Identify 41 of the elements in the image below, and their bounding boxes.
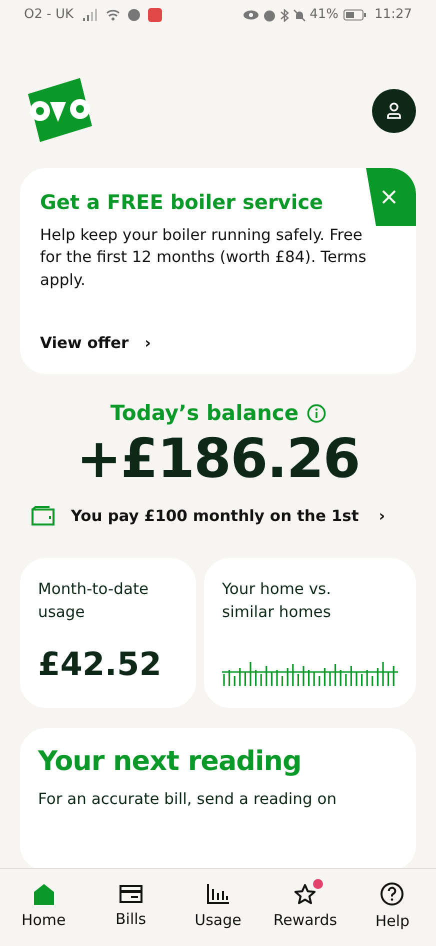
bar-chart-icon bbox=[206, 883, 230, 906]
nav-tab[interactable]: Rewards bbox=[262, 869, 349, 946]
close-icon bbox=[381, 189, 397, 205]
muted-bell-icon bbox=[292, 8, 306, 22]
promo-title: Get a FREE boiler service bbox=[40, 190, 324, 214]
bluetooth-icon bbox=[280, 8, 289, 22]
chat-icon bbox=[128, 9, 140, 21]
balance-amount: +£186.26 bbox=[75, 429, 361, 489]
balance-label: Today’s balance bbox=[110, 400, 299, 427]
reading-title: Your next reading bbox=[38, 746, 302, 778]
help-icon bbox=[380, 882, 404, 906]
view-offer-link[interactable]: View offer › bbox=[40, 332, 152, 356]
tile-title: Your home vs. similar homes bbox=[222, 578, 332, 624]
star-icon bbox=[293, 883, 318, 906]
reading-text: For an accurate bill, send a reading on bbox=[38, 789, 338, 810]
promo-text: Help keep your boiler running safely. Free for the first 12 months (worth £84). Terms apply. bbox=[40, 225, 368, 291]
usage-tile[interactable]: Your home vs. similar homes bbox=[204, 558, 416, 708]
alarm-icon bbox=[262, 8, 276, 22]
battery-percent: 41% bbox=[310, 6, 339, 24]
info-icon[interactable] bbox=[306, 404, 326, 423]
payment-link[interactable]: You pay £100 monthly on the 1st › bbox=[0, 504, 416, 528]
nav-tab[interactable]: Help bbox=[348, 869, 436, 946]
clock-time: 11:27 bbox=[374, 6, 412, 24]
card-icon bbox=[118, 884, 143, 904]
nav-tab[interactable]: Home bbox=[0, 869, 88, 946]
usage-tile[interactable]: Month-to-date usage £42.52 bbox=[20, 558, 196, 708]
wallet-icon bbox=[30, 506, 55, 526]
home-icon bbox=[32, 883, 56, 906]
tile-title: Month-to-date usage bbox=[38, 578, 150, 624]
nav-tab[interactable]: Usage bbox=[174, 869, 262, 946]
carrier-name: O2 - UK bbox=[24, 6, 74, 24]
battery-icon bbox=[342, 9, 367, 21]
nav-tab[interactable]: Bills bbox=[87, 869, 174, 946]
signal-icon bbox=[82, 9, 98, 21]
profile-icon bbox=[384, 101, 404, 121]
wifi-icon bbox=[106, 9, 120, 21]
profile-button[interactable] bbox=[372, 89, 416, 133]
logo-icon bbox=[28, 78, 94, 144]
tile-value: £42.52 bbox=[38, 644, 162, 685]
app-icon bbox=[148, 8, 162, 22]
eye-icon bbox=[242, 10, 259, 20]
